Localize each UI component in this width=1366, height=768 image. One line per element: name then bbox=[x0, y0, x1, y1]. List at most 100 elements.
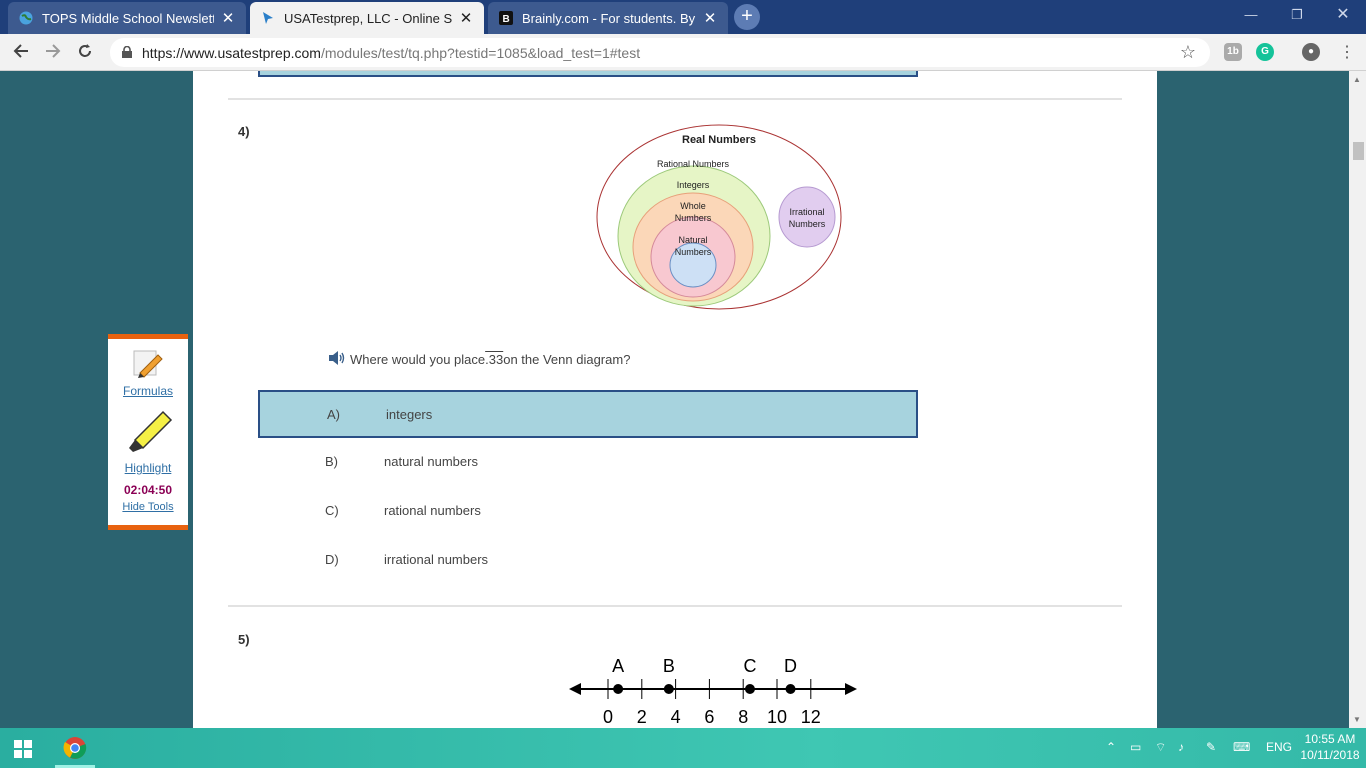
number-line-point-label: C bbox=[743, 656, 756, 676]
venn-irrational-label-1: Irrational bbox=[789, 207, 824, 217]
number-line-tick-label: 6 bbox=[704, 707, 714, 727]
hide-tools-link[interactable]: Hide Tools bbox=[108, 501, 188, 513]
extension-1b-icon[interactable]: 1b bbox=[1224, 43, 1242, 61]
close-window-button[interactable]: ✕ bbox=[1320, 4, 1366, 28]
previous-selected-choice[interactable] bbox=[258, 71, 918, 77]
scroll-down-arrow-icon[interactable]: ▼ bbox=[1353, 715, 1361, 724]
number-line-tick-label: 8 bbox=[738, 707, 748, 727]
venn-whole-label-2: Numbers bbox=[675, 213, 712, 223]
number-line-tick-label: 0 bbox=[603, 707, 613, 727]
choice-c[interactable]: C) rational numbers bbox=[258, 488, 918, 536]
choice-letter: B) bbox=[325, 454, 338, 469]
question-prompt: Where would you place .33 on the Venn di… bbox=[328, 351, 630, 368]
tab-title: TOPS Middle School Newsletter bbox=[42, 10, 214, 26]
tools-panel: Formulas Highlight 02:04:50 Hide Tools bbox=[108, 334, 188, 530]
menu-kebab-icon[interactable]: ⋮ bbox=[1334, 40, 1360, 66]
close-tab-icon[interactable]: ✕ bbox=[702, 9, 718, 27]
choice-b[interactable]: B) natural numbers bbox=[258, 439, 918, 487]
page-scrollbar[interactable]: ▲ ▼ bbox=[1349, 71, 1366, 728]
number-line-point-label: D bbox=[784, 656, 797, 676]
close-tab-icon[interactable]: ✕ bbox=[458, 9, 474, 27]
tab-usatestprep[interactable]: USATestprep, LLC - Online State-S ✕ bbox=[250, 2, 484, 34]
minimize-window-button[interactable]: — bbox=[1228, 4, 1274, 28]
number-line: 0 2 4 6 8 10 12 A B C D bbox=[569, 656, 857, 727]
back-arrow-icon bbox=[13, 44, 28, 58]
tab-brainly[interactable]: B Brainly.com - For students. By stu ✕ bbox=[488, 2, 728, 34]
forward-button[interactable] bbox=[40, 40, 66, 66]
choice-letter: A) bbox=[327, 407, 340, 422]
question-divider bbox=[228, 98, 1122, 100]
number-line-tick-label: 4 bbox=[671, 707, 681, 727]
new-tab-button[interactable]: + bbox=[734, 4, 760, 30]
lock-icon bbox=[122, 46, 132, 58]
venn-irrational-label-2: Numbers bbox=[789, 219, 826, 229]
venn-natural-label-2: Numbers bbox=[675, 247, 712, 257]
volume-icon[interactable]: ♪ bbox=[1178, 740, 1184, 754]
forward-arrow-icon bbox=[46, 44, 61, 58]
bookmark-star-icon[interactable]: ☆ bbox=[1180, 42, 1196, 63]
choice-a[interactable]: A) integers bbox=[258, 390, 918, 438]
scroll-up-arrow-icon[interactable]: ▲ bbox=[1353, 75, 1361, 84]
profile-avatar[interactable]: ● bbox=[1302, 43, 1320, 61]
chrome-taskbar-icon[interactable] bbox=[63, 736, 87, 760]
language-indicator[interactable]: ENG bbox=[1266, 740, 1292, 754]
close-tab-icon[interactable]: ✕ bbox=[220, 9, 236, 27]
number-line-tick-label: 2 bbox=[637, 707, 647, 727]
number-line-point-d bbox=[785, 684, 796, 694]
number-line-point-label: A bbox=[612, 656, 624, 676]
number-line-tick-label: 10 bbox=[767, 707, 787, 727]
venn-natural-label-1: Natural bbox=[678, 235, 707, 245]
highlight-link[interactable]: Highlight bbox=[108, 461, 188, 475]
choice-d[interactable]: D) irrational numbers bbox=[258, 537, 918, 585]
svg-text:B: B bbox=[503, 14, 510, 25]
reload-button[interactable] bbox=[72, 40, 98, 66]
venn-integers-label: Integers bbox=[677, 180, 710, 190]
pencil-icon[interactable] bbox=[108, 349, 188, 384]
number-line-tick-label: 12 bbox=[801, 707, 821, 727]
clock-time: 10:55 AM bbox=[1304, 732, 1356, 746]
system-clock[interactable]: 10:55 AM 10/11/2018 bbox=[1298, 731, 1362, 763]
show-hidden-icons-icon[interactable]: ⌃ bbox=[1106, 740, 1116, 754]
prompt-repeating-decimal: .33 bbox=[485, 352, 504, 367]
reload-icon bbox=[79, 44, 91, 57]
question-number: 5) bbox=[238, 632, 250, 647]
wifi-icon[interactable]: ⌔ bbox=[1155, 740, 1166, 755]
tab-title: USATestprep, LLC - Online State-S bbox=[284, 10, 452, 26]
windows-start-icon[interactable] bbox=[14, 740, 32, 763]
number-line-right-arrow bbox=[845, 683, 857, 695]
prompt-text-after: on the Venn diagram? bbox=[503, 352, 631, 367]
pen-icon[interactable]: ✎ bbox=[1206, 740, 1216, 754]
grammarly-icon[interactable]: G bbox=[1256, 43, 1274, 61]
url-text: https://www.usatestprep.com/modules/test… bbox=[142, 45, 641, 61]
countdown-timer: 02:04:50 bbox=[123, 483, 173, 497]
number-line-point-label: B bbox=[663, 656, 675, 676]
choice-letter: C) bbox=[325, 503, 339, 518]
prompt-text-before: Where would you place bbox=[350, 352, 486, 367]
scrollbar-thumb[interactable] bbox=[1353, 142, 1364, 160]
question-number: 4) bbox=[238, 124, 250, 139]
address-bar[interactable]: https://www.usatestprep.com/modules/test… bbox=[110, 38, 1210, 67]
globe-icon bbox=[18, 10, 34, 26]
speaker-icon[interactable] bbox=[328, 351, 346, 368]
battery-icon[interactable]: ▭ bbox=[1130, 740, 1141, 754]
windows-taskbar: ⌃ ▭ ⌔ ♪ ✎ ⌨ ENG 10:55 AM 10/11/2018 bbox=[0, 728, 1366, 768]
keyboard-icon[interactable]: ⌨ bbox=[1233, 740, 1250, 754]
restore-window-button[interactable]: ❐ bbox=[1274, 4, 1320, 28]
back-button[interactable] bbox=[8, 40, 34, 66]
venn-diagram: Real Numbers Rational Numbers Integers W… bbox=[596, 124, 842, 310]
browser-tab-strip: TOPS Middle School Newsletter ✕ USATestp… bbox=[0, 0, 1366, 34]
cursor-arrow-icon bbox=[260, 10, 276, 26]
number-line-point-c bbox=[744, 684, 755, 694]
choice-text: rational numbers bbox=[384, 503, 481, 518]
venn-rational-label: Rational Numbers bbox=[657, 159, 730, 169]
tab-title: Brainly.com - For students. By stu bbox=[522, 10, 696, 26]
venn-whole-label-1: Whole bbox=[680, 201, 706, 211]
choice-text: integers bbox=[386, 407, 433, 422]
number-line-point-a bbox=[613, 684, 624, 694]
tab-tops-newsletter[interactable]: TOPS Middle School Newsletter ✕ bbox=[8, 2, 246, 34]
formulas-link[interactable]: Formulas bbox=[108, 384, 188, 398]
choice-letter: D) bbox=[325, 552, 339, 567]
choice-text: irrational numbers bbox=[384, 552, 489, 567]
highlighter-icon[interactable] bbox=[108, 406, 188, 461]
browser-toolbar: https://www.usatestprep.com/modules/test… bbox=[0, 34, 1366, 71]
